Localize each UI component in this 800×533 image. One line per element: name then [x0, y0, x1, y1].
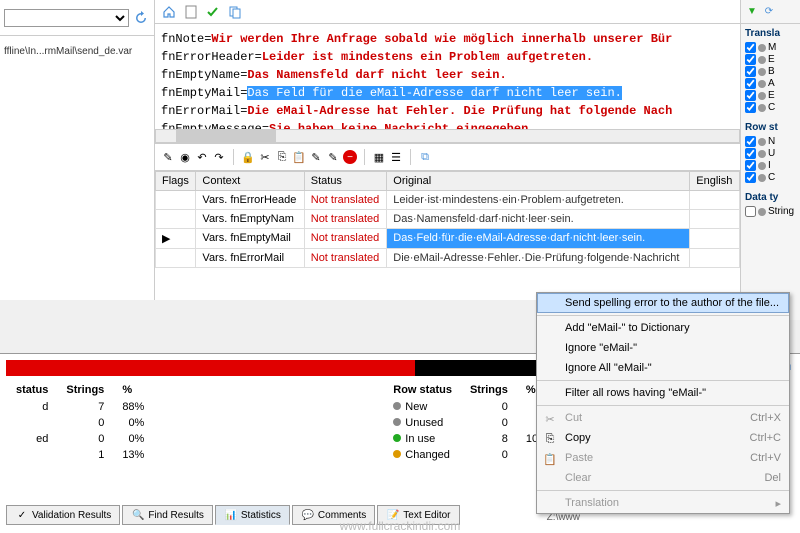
filter-checkbox[interactable]: B [745, 66, 796, 77]
context-menu: Send spelling error to the author of the… [536, 292, 790, 514]
column-header[interactable]: Status [304, 172, 387, 191]
undo-icon[interactable]: ↶ [195, 150, 209, 164]
main-toolbar [155, 0, 740, 24]
delete-icon[interactable]: − [343, 150, 357, 164]
tab-statistics[interactable]: 📊Statistics [215, 505, 290, 525]
refresh-icon[interactable] [132, 9, 150, 27]
tab-comments[interactable]: 💬Comments [292, 505, 375, 525]
doc-icon[interactable] [183, 4, 199, 20]
column-header[interactable]: English [690, 172, 740, 191]
filter-checkbox[interactable]: E [745, 90, 796, 101]
copy-icon: ⎘ [543, 432, 557, 446]
file-dropdown[interactable] [4, 9, 129, 27]
filter-panel: ▼ ⟳ Transla MEBAEC Row st NUIC Data ty S… [740, 0, 800, 320]
row-status-section-title: Row st [745, 122, 796, 133]
filter-checkbox[interactable]: String [745, 206, 796, 217]
wand-icon[interactable]: ✎ [161, 150, 175, 164]
menu-item[interactable]: Add "eMail-" to Dictionary [537, 318, 789, 338]
data-type-section-title: Data ty [745, 192, 796, 203]
copy-icon[interactable] [227, 4, 243, 20]
table-row[interactable]: ▶Vars. fnEmptyMailNot translatedDas·Feld… [156, 229, 740, 249]
code-line: fnEmptyName=Das Namensfeld darf nicht le… [161, 66, 734, 84]
menu-item[interactable]: Ignore "eMail-" [537, 338, 789, 358]
tab-text-editor[interactable]: 📝Text Editor [377, 505, 459, 525]
filter-checkbox[interactable]: E [745, 54, 796, 65]
tab-find-results[interactable]: 🔍Find Results [122, 505, 213, 525]
menu-item: Translation▸ [537, 493, 789, 513]
table-row[interactable]: Vars. fnErrorHeadeNot translatedLeider·i… [156, 191, 740, 210]
copy2-icon[interactable]: ⎘ [275, 150, 289, 164]
paste-icon: 📋 [543, 452, 557, 466]
column-header[interactable]: Flags [156, 172, 196, 191]
lock-icon[interactable]: 🔒 [241, 150, 255, 164]
menu-item: ClearDel [537, 468, 789, 488]
grid-toolbar: ✎ ◉ ↶ ↷ 🔒 ✂ ⎘ 📋 ✎ ✎ − ▦ ☰ ⧉ [155, 143, 740, 171]
stats-row: d788% [8, 400, 152, 414]
table-row[interactable]: Vars. fnEmptyNamNot translatedDas·Namens… [156, 210, 740, 229]
funnel-icon[interactable]: ▼ [745, 5, 759, 19]
column-header[interactable]: Original [387, 172, 690, 191]
left-panel: ffline\In...rmMail\send_de.var [0, 0, 155, 300]
filter-checkbox[interactable]: N [745, 136, 796, 147]
table-row[interactable]: Vars. fnErrorMailNot translatedDie·eMail… [156, 249, 740, 268]
cut-icon[interactable]: ✂ [258, 150, 272, 164]
bottom-tabs: ✓Validation Results🔍Find Results📊Statist… [6, 505, 460, 525]
code-view: fnNote=Wir werden Ihre Anfrage sobald wi… [155, 24, 740, 129]
filter-checkbox[interactable]: C [745, 172, 796, 183]
stats-row: 113% [8, 448, 152, 462]
menu-item: ✂CutCtrl+X [537, 408, 789, 428]
menu-item[interactable]: Ignore All "eMail-" [537, 358, 789, 378]
docs-icon[interactable]: ⧉ [418, 150, 432, 164]
column-header[interactable]: Context [196, 172, 304, 191]
horizontal-scrollbar[interactable] [155, 129, 740, 143]
stats-row: 00% [8, 416, 152, 430]
refresh2-icon[interactable]: ⟳ [762, 5, 776, 19]
filter-checkbox[interactable]: U [745, 148, 796, 159]
tab-validation-results[interactable]: ✓Validation Results [6, 505, 120, 525]
code-line: fnNote=Wir werden Ihre Anfrage sobald wi… [161, 30, 734, 48]
home-icon[interactable] [161, 4, 177, 20]
translate-section-title: Transla [745, 28, 796, 39]
menu-item[interactable]: Send spelling error to the author of the… [537, 293, 789, 313]
grid-icon[interactable]: ▦ [372, 150, 386, 164]
filter-checkbox[interactable]: C [745, 102, 796, 113]
stats-row: ed00% [8, 432, 152, 446]
cut-icon: ✂ [543, 412, 557, 426]
list-icon[interactable]: ☰ [389, 150, 403, 164]
filter-checkbox[interactable]: M [745, 42, 796, 53]
filter-checkbox[interactable]: A [745, 78, 796, 89]
code-line: fnEmptyMail=Das Feld für die eMail-Adres… [161, 84, 734, 102]
code-line: fnErrorHeader=Leider ist mindestens ein … [161, 48, 734, 66]
redo-icon[interactable]: ↷ [212, 150, 226, 164]
filter-checkbox[interactable]: I [745, 160, 796, 171]
globe-icon[interactable]: ◉ [178, 150, 192, 164]
paste-icon[interactable]: 📋 [292, 150, 306, 164]
check-icon[interactable] [205, 4, 221, 20]
code-line: fnErrorMail=Die eMail-Adresse hat Fehler… [161, 102, 734, 120]
edit-icon[interactable]: ✎ [309, 150, 323, 164]
menu-item[interactable]: Filter all rows having "eMail-" [537, 383, 789, 403]
menu-item[interactable]: ⎘CopyCtrl+C [537, 428, 789, 448]
menu-item: 📋PasteCtrl+V [537, 448, 789, 468]
translation-grid: FlagsContextStatusOriginalEnglish Vars. … [155, 171, 740, 268]
edit2-icon[interactable]: ✎ [326, 150, 340, 164]
main-area: fnNote=Wir werden Ihre Anfrage sobald wi… [155, 0, 740, 300]
file-path: ffline\In...rmMail\send_de.var [0, 36, 154, 67]
code-line: fnEmptyMessage=Sie haben keine Nachricht… [161, 120, 734, 129]
